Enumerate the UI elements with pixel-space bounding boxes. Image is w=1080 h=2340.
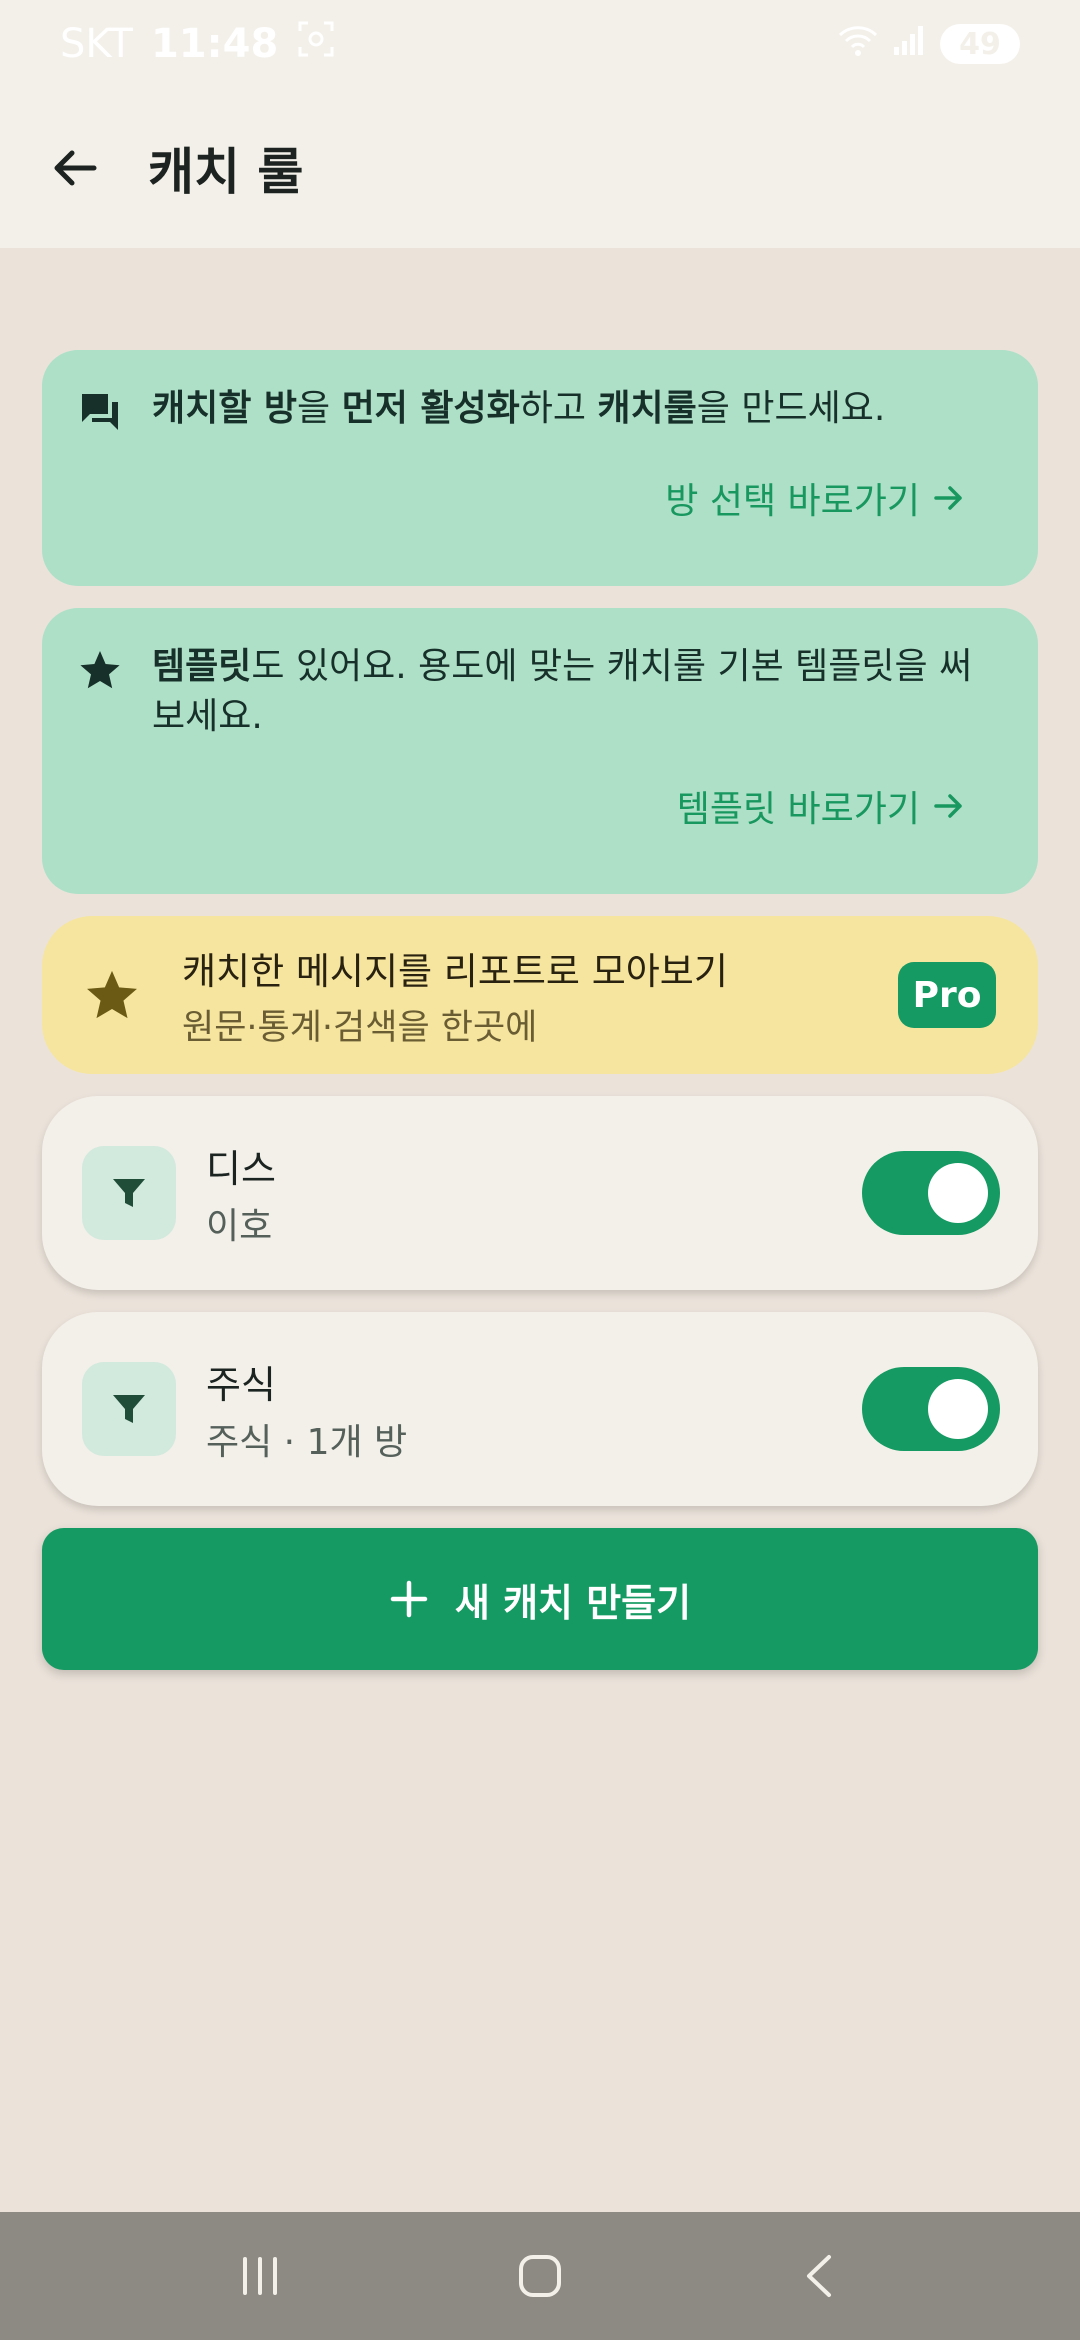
rule-icon-container [82, 1362, 176, 1456]
info-text: 을 [297, 388, 342, 429]
template-link[interactable]: 템플릿 바로가기 [78, 780, 1002, 832]
info-text: 을 만드세요. [696, 388, 886, 429]
main-content: 캐치할 방을 먼저 활성화하고 캐치룰을 만드세요. 방 선택 바로가기 템플릿… [42, 350, 1038, 1670]
info-text-bold: 캐치룰 [597, 388, 697, 429]
rule-text: 디스 이호 [206, 1138, 862, 1249]
battery-level: 49 [959, 26, 1001, 62]
new-catch-label: 새 캐치 만들기 [454, 1580, 692, 1625]
carrier-label: SKT [60, 21, 133, 67]
pro-report-subtitle: 원문·통계·검색을 한곳에 [182, 1007, 538, 1048]
arrow-right-icon [934, 486, 962, 510]
filter-icon [113, 1395, 145, 1423]
pro-report-text: 캐치한 메시지를 리포트로 모아보기 원문·통계·검색을 한곳에 [182, 941, 898, 1050]
rule-subtitle: 이호 [206, 1205, 273, 1247]
template-link-label: 템플릿 바로가기 [676, 789, 920, 830]
pro-report-title: 캐치한 메시지를 리포트로 모아보기 [182, 949, 728, 993]
new-catch-button[interactable]: 새 캐치 만들기 [42, 1528, 1038, 1670]
chat-bubbles-icon [82, 394, 118, 430]
pro-report-card[interactable]: 캐치한 메시지를 리포트로 모아보기 원문·통계·검색을 한곳에 Pro [42, 916, 1038, 1074]
rule-name: 디스 [206, 1146, 276, 1191]
rule-item[interactable]: 디스 이호 [42, 1096, 1038, 1290]
star-icon [87, 970, 137, 1019]
activate-room-card: 캐치할 방을 먼저 활성화하고 캐치룰을 만드세요. 방 선택 바로가기 [42, 350, 1038, 586]
chevron-left-icon [807, 2255, 831, 2297]
status-bar: SKT 11:48 49 [0, 0, 1080, 88]
screenshot-icon [296, 19, 336, 69]
wifi-icon [838, 21, 878, 67]
activate-room-text: 캐치할 방을 먼저 활성화하고 캐치룰을 만드세요. [152, 384, 885, 434]
info-text: 하고 [519, 388, 598, 429]
time-label: 11:48 [150, 21, 279, 67]
back-nav-button[interactable] [780, 2236, 860, 2316]
rule-icon-container [82, 1146, 176, 1240]
info-text-bold: 템플릿 [152, 646, 252, 687]
rule-subtitle: 주식 · 1개 방 [206, 1421, 408, 1463]
rule-toggle[interactable] [862, 1367, 1000, 1451]
plus-icon [390, 1580, 428, 1618]
room-select-link[interactable]: 방 선택 바로가기 [78, 472, 1002, 524]
arrow-left-icon [54, 150, 97, 186]
filter-icon [113, 1179, 145, 1207]
recent-apps-icon [243, 2257, 277, 2295]
rule-text: 주식 주식 · 1개 방 [206, 1354, 862, 1465]
rule-name: 주식 [206, 1362, 276, 1407]
arrow-right-icon [934, 794, 962, 818]
star-icon [80, 651, 120, 689]
battery-indicator: 49 [940, 24, 1020, 64]
page-title: 캐치 룰 [148, 143, 304, 201]
pro-badge: Pro [898, 962, 996, 1028]
home-icon [519, 2255, 561, 2297]
app-bar: 캐치 룰 [0, 88, 1080, 248]
room-select-link-label: 방 선택 바로가기 [665, 481, 920, 522]
info-text: 도 있어요. 용도에 맞는 캐치룰 기본 템플릿을 써보세요. [152, 646, 973, 737]
info-text-bold: 캐치할 방 [152, 388, 298, 429]
back-button[interactable] [0, 88, 150, 248]
system-nav-bar [0, 2212, 1080, 2340]
home-button[interactable] [500, 2236, 580, 2316]
recent-apps-button[interactable] [220, 2236, 300, 2316]
signal-icon [892, 21, 926, 67]
template-text: 템플릿도 있어요. 용도에 맞는 캐치룰 기본 템플릿을 써보세요. [152, 642, 1002, 742]
rule-item[interactable]: 주식 주식 · 1개 방 [42, 1312, 1038, 1506]
rule-toggle[interactable] [862, 1151, 1000, 1235]
info-text-bold: 먼저 활성화 [341, 388, 520, 429]
toggle-knob [928, 1379, 988, 1439]
toggle-knob [928, 1163, 988, 1223]
template-card: 템플릿도 있어요. 용도에 맞는 캐치룰 기본 템플릿을 써보세요. 템플릿 바… [42, 608, 1038, 894]
